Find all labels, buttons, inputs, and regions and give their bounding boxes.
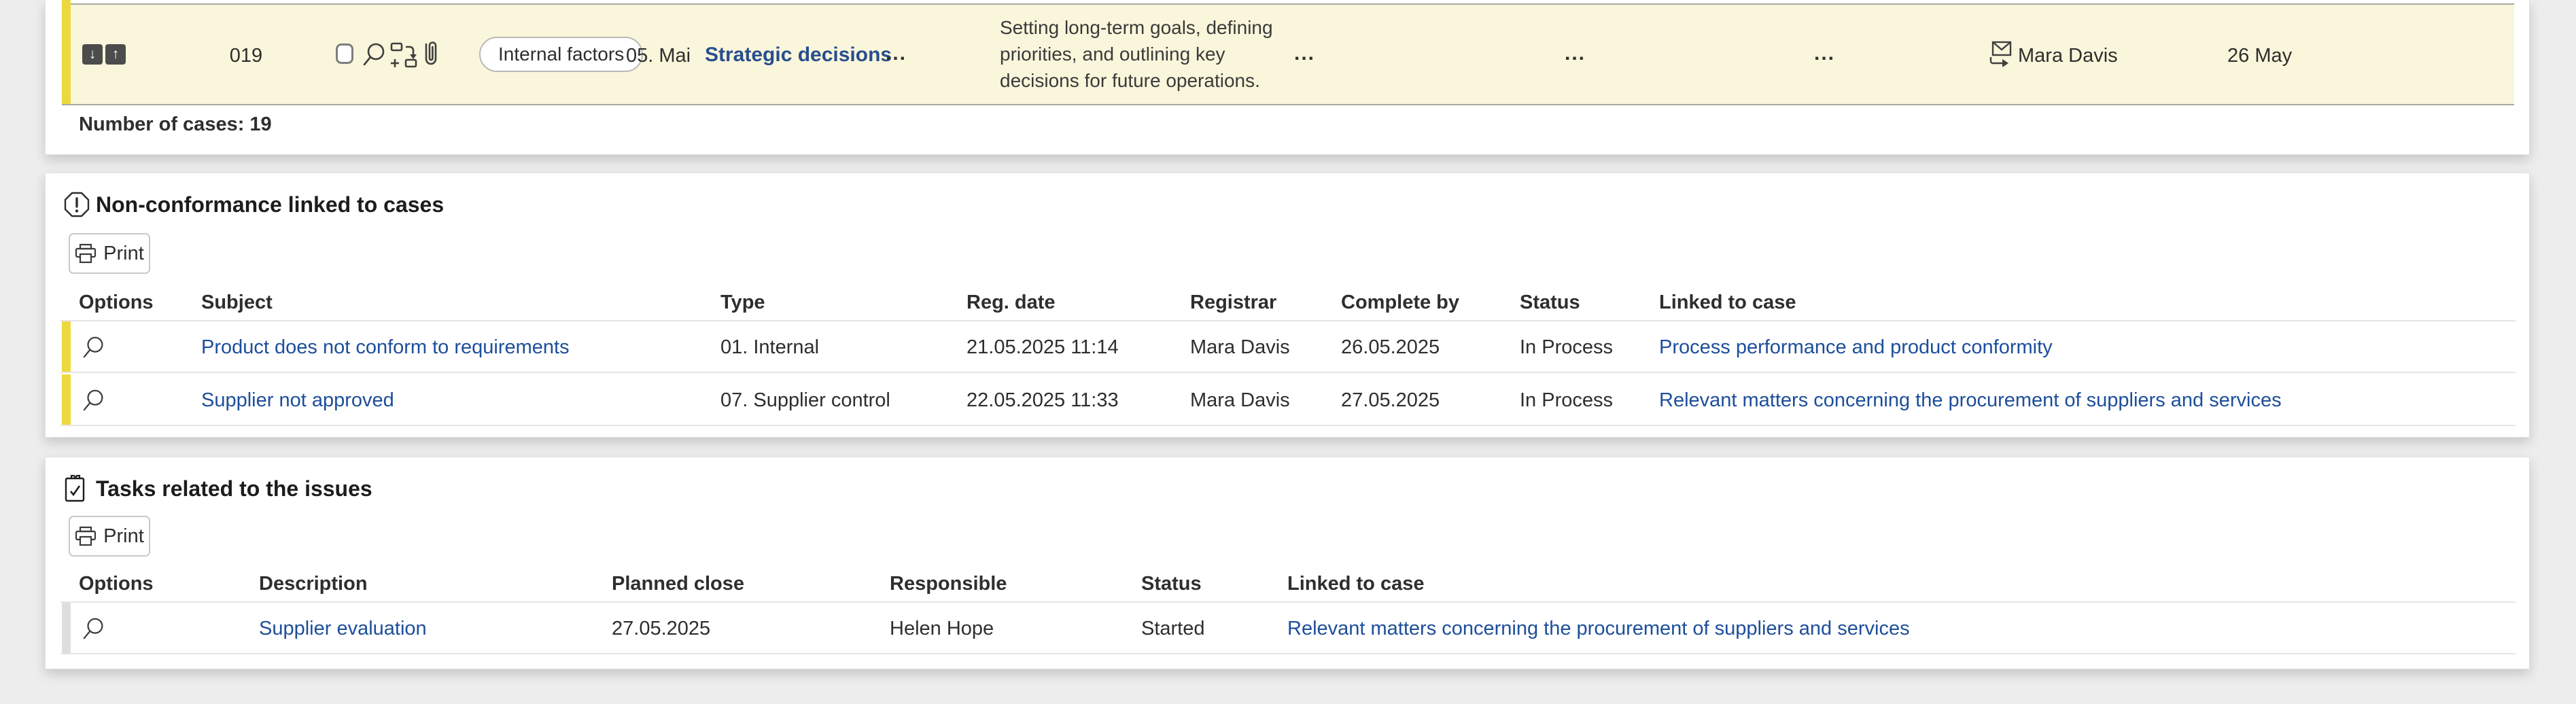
status-cell: Started xyxy=(1141,617,1205,640)
truncation-dots-4: ... xyxy=(1814,42,1835,65)
col-header-description: Description xyxy=(259,573,368,595)
category-badge[interactable]: Internal factors xyxy=(479,37,643,72)
regdate-cell: 22.05.2025 11:33 xyxy=(967,389,1119,412)
truncation-dots-2: ... xyxy=(1294,42,1315,65)
regdate-cell: 21.05.2025 11:14 xyxy=(967,336,1119,359)
task-description-link[interactable]: Supplier evaluation xyxy=(259,617,427,640)
case-select-checkbox[interactable] xyxy=(336,43,353,64)
print-label: Print xyxy=(103,525,144,548)
col-header-completeby: Complete by xyxy=(1341,292,1459,314)
table-row: Supplier evaluation 27.05.2025 Helen Hop… xyxy=(46,603,2529,654)
col-header-status: Status xyxy=(1520,292,1580,314)
case-date: 05. Mai xyxy=(626,44,691,67)
subject-link[interactable]: Product does not conform to requirements xyxy=(201,336,570,359)
linked-case-link[interactable]: Relevant matters concerning the procurem… xyxy=(1287,617,1910,640)
case-description: Setting long-term goals, defining priori… xyxy=(1000,14,1302,94)
print-button[interactable]: Print xyxy=(69,233,150,274)
category-label: Internal factors xyxy=(498,43,624,65)
tasks-clipboard-icon xyxy=(63,474,88,502)
case-deadline: 26 May xyxy=(2227,44,2292,67)
print-button[interactable]: Print xyxy=(69,516,150,557)
type-cell: 07. Supplier control xyxy=(720,389,890,412)
open-record-icon[interactable] xyxy=(82,616,107,641)
type-cell: 01. Internal xyxy=(720,336,819,359)
col-header-type: Type xyxy=(720,292,765,314)
copy-to-case-icon[interactable] xyxy=(389,41,418,68)
row-bottom-border xyxy=(62,104,2514,105)
case-row-stripe xyxy=(62,0,71,104)
responsible-cell: Helen Hope xyxy=(890,617,994,640)
paperclip-icon[interactable] xyxy=(421,40,441,69)
col-header-subject: Subject xyxy=(201,292,273,314)
registrar-cell: Mara Davis xyxy=(1190,389,1290,412)
move-up-button[interactable]: ↑ xyxy=(105,44,126,65)
col-header-registrar: Registrar xyxy=(1190,292,1276,314)
col-header-regdate: Reg. date xyxy=(967,292,1056,314)
subject-link[interactable]: Supplier not approved xyxy=(201,389,394,412)
tasks-title: Tasks related to the issues xyxy=(96,476,372,501)
linked-case-link[interactable]: Relevant matters concerning the procurem… xyxy=(1659,389,2282,412)
col-header-linked: Linked to case xyxy=(1659,292,1796,314)
cases-panel: ↓ ↑ 019 Internal factors 05. Mai Strateg… xyxy=(45,0,2530,155)
cases-count: Number of cases: 19 xyxy=(79,113,272,136)
open-record-icon[interactable] xyxy=(82,335,107,359)
col-header-linked: Linked to case xyxy=(1287,573,1424,595)
case-id: 019 xyxy=(219,44,273,67)
table-row: Supplier not approved 07. Supplier contr… xyxy=(46,374,2529,426)
tasks-panel: Tasks related to the issues Print Option… xyxy=(45,457,2530,669)
printer-icon xyxy=(75,526,97,546)
registrar-cell: Mara Davis xyxy=(1190,336,1290,359)
status-cell: In Process xyxy=(1520,336,1613,359)
nonconformance-title: Non-conformance linked to cases xyxy=(96,192,444,217)
col-header-options: Options xyxy=(79,292,154,314)
case-responsible: Mara Davis xyxy=(2018,44,2118,67)
search-icon[interactable] xyxy=(362,41,388,67)
truncation-dots-1: ... xyxy=(886,42,907,65)
completeby-cell: 27.05.2025 xyxy=(1341,389,1440,412)
col-header-responsible: Responsible xyxy=(890,573,1007,595)
table-row: Product does not conform to requirements… xyxy=(46,321,2529,373)
status-cell: In Process xyxy=(1520,389,1613,412)
printer-icon xyxy=(75,243,97,264)
open-record-icon[interactable] xyxy=(82,388,107,412)
col-header-plannedclose: Planned close xyxy=(612,573,744,595)
truncation-dots-3: ... xyxy=(1565,42,1586,65)
plannedclose-cell: 27.05.2025 xyxy=(612,617,710,640)
col-header-options: Options xyxy=(79,573,154,595)
print-label: Print xyxy=(103,243,144,265)
case-title-link[interactable]: Strategic decisions xyxy=(705,43,892,67)
linked-case-link[interactable]: Process performance and product conformi… xyxy=(1659,336,2053,359)
warning-icon xyxy=(63,191,90,218)
send-mail-icon[interactable] xyxy=(1988,39,2018,69)
col-header-status: Status xyxy=(1141,573,1202,595)
move-down-button[interactable]: ↓ xyxy=(82,44,103,65)
nonconformance-panel: Non-conformance linked to cases Print Op… xyxy=(45,173,2530,438)
completeby-cell: 26.05.2025 xyxy=(1341,336,1440,359)
